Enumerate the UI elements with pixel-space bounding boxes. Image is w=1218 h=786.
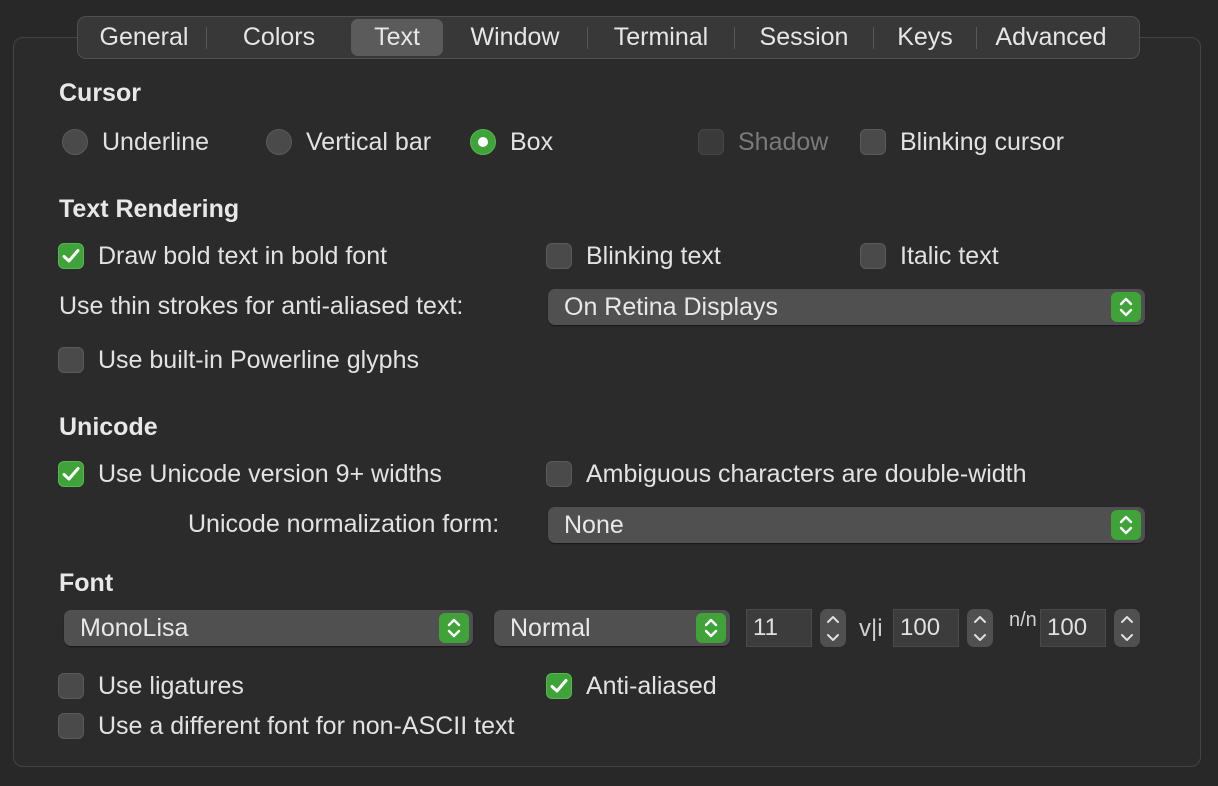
thin-strokes-select[interactable]: On Retina Displays bbox=[548, 289, 1145, 325]
font-weight-value: Normal bbox=[510, 614, 591, 642]
tab-advanced[interactable]: Advanced bbox=[977, 19, 1125, 56]
vertical-spacing-glyph: v|i bbox=[859, 615, 883, 642]
ambiguous-width-checkbox[interactable] bbox=[546, 461, 572, 487]
vertical-spacing-field[interactable]: 100 bbox=[893, 609, 959, 647]
normalization-label: Unicode normalization form: bbox=[188, 510, 500, 538]
blinking-cursor-label: Blinking cursor bbox=[900, 128, 1064, 156]
normalization-value: None bbox=[564, 511, 624, 539]
stepper-down-icon[interactable] bbox=[826, 628, 840, 646]
anti-aliased-label: Anti-aliased bbox=[586, 672, 717, 700]
checkmark-icon bbox=[62, 467, 80, 481]
bold-font-label: Draw bold text in bold font bbox=[98, 242, 388, 270]
tab-general[interactable]: General bbox=[82, 19, 206, 56]
shadow-checkbox bbox=[698, 129, 724, 155]
checkmark-icon bbox=[550, 679, 568, 693]
tab-session[interactable]: Session bbox=[735, 19, 873, 56]
stepper-up-icon[interactable] bbox=[973, 610, 987, 628]
stepper-down-icon[interactable] bbox=[973, 628, 987, 646]
up-down-chevron-icon bbox=[439, 613, 469, 643]
tab-window[interactable]: Window bbox=[443, 19, 587, 56]
box-label: Box bbox=[510, 128, 554, 156]
unicode-version-label: Use Unicode version 9+ widths bbox=[98, 460, 442, 488]
italic-text-label: Italic text bbox=[900, 242, 999, 270]
tab-bar: General Colors Text Window Terminal Sess… bbox=[77, 16, 1140, 59]
tab-terminal[interactable]: Terminal bbox=[588, 19, 734, 56]
normalization-select[interactable]: None bbox=[548, 507, 1145, 543]
horizontal-spacing-glyph: n/n bbox=[1009, 609, 1037, 631]
up-down-chevron-icon bbox=[696, 613, 726, 643]
vertical-bar-radio[interactable] bbox=[266, 129, 292, 155]
non-ascii-font-label: Use a different font for non-ASCII text bbox=[98, 712, 515, 740]
shadow-label: Shadow bbox=[738, 128, 829, 156]
ligatures-checkbox[interactable] bbox=[58, 673, 84, 699]
italic-text-checkbox[interactable] bbox=[860, 243, 886, 269]
text-rendering-heading: Text Rendering bbox=[59, 195, 240, 223]
up-down-chevron-icon bbox=[1111, 510, 1141, 540]
anti-aliased-checkbox[interactable] bbox=[546, 673, 572, 699]
blinking-text-checkbox[interactable] bbox=[546, 243, 572, 269]
bold-font-checkbox[interactable] bbox=[58, 243, 84, 269]
font-family-value: MonoLisa bbox=[80, 614, 189, 642]
stepper-down-icon[interactable] bbox=[1120, 628, 1134, 646]
horizontal-spacing-field[interactable]: 100 bbox=[1040, 609, 1106, 647]
blinking-cursor-checkbox[interactable] bbox=[860, 129, 886, 155]
non-ascii-font-checkbox[interactable] bbox=[58, 713, 84, 739]
font-heading: Font bbox=[59, 569, 114, 597]
thin-strokes-value: On Retina Displays bbox=[564, 293, 778, 321]
underline-radio[interactable] bbox=[62, 129, 88, 155]
font-size-stepper[interactable] bbox=[820, 609, 846, 647]
tab-text[interactable]: Text bbox=[351, 19, 443, 56]
font-size-field[interactable]: 11 bbox=[746, 609, 812, 647]
blinking-text-label: Blinking text bbox=[586, 242, 721, 270]
thin-strokes-label: Use thin strokes for anti-aliased text: bbox=[59, 292, 464, 320]
horizontal-spacing-stepper[interactable] bbox=[1114, 609, 1140, 647]
tab-keys[interactable]: Keys bbox=[874, 19, 976, 56]
tab-colors[interactable]: Colors bbox=[207, 19, 351, 56]
underline-label: Underline bbox=[102, 128, 210, 156]
unicode-version-checkbox[interactable] bbox=[58, 461, 84, 487]
font-family-select[interactable]: MonoLisa bbox=[64, 610, 473, 646]
cursor-heading: Cursor bbox=[59, 79, 141, 107]
unicode-heading: Unicode bbox=[59, 413, 158, 441]
powerline-checkbox[interactable] bbox=[58, 347, 84, 373]
box-radio[interactable] bbox=[470, 129, 496, 155]
ambiguous-width-label: Ambiguous characters are double-width bbox=[586, 460, 1027, 488]
stepper-up-icon[interactable] bbox=[826, 610, 840, 628]
powerline-label: Use built-in Powerline glyphs bbox=[98, 346, 419, 374]
up-down-chevron-icon bbox=[1111, 292, 1141, 322]
checkmark-icon bbox=[62, 249, 80, 263]
font-weight-select[interactable]: Normal bbox=[494, 610, 730, 646]
ligatures-label: Use ligatures bbox=[98, 672, 244, 700]
stepper-up-icon[interactable] bbox=[1120, 610, 1134, 628]
vertical-bar-label: Vertical bar bbox=[306, 128, 432, 156]
vertical-spacing-stepper[interactable] bbox=[967, 609, 993, 647]
